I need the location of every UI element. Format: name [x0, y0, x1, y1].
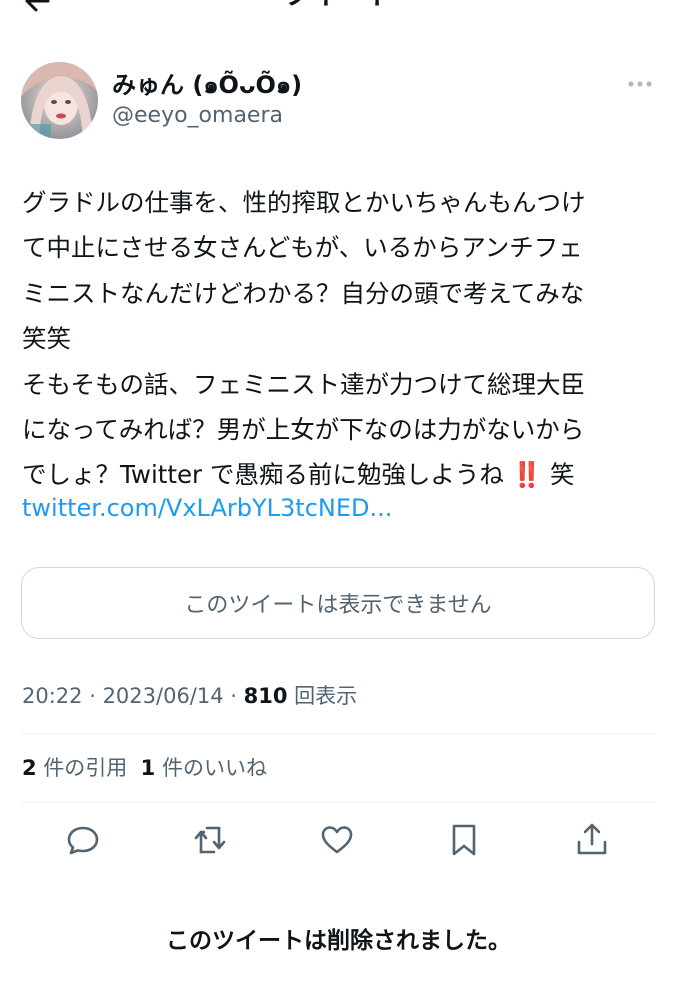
tweet-date: 2023/06/14: [102, 684, 224, 708]
tweet-link[interactable]: twitter.com/VxLArbYL3tcNED...: [22, 486, 392, 531]
quotes-count: 2: [22, 756, 37, 780]
likes-stat[interactable]: 1 件のいいね: [141, 756, 267, 780]
divider: [21, 802, 656, 803]
retweet-button[interactable]: [192, 822, 228, 858]
bookmark-icon: [452, 824, 476, 856]
unavailable-text: このツイートは表示できません: [184, 593, 492, 618]
more-dots-icon[interactable]: [626, 76, 654, 92]
page-title: ツイート: [0, 0, 677, 12]
view-label: 回表示: [287, 684, 358, 708]
like-icon: [321, 826, 353, 854]
view-count: 810: [243, 684, 288, 708]
share-button[interactable]: [574, 822, 610, 858]
retweet-icon: [194, 826, 226, 854]
likes-label: 件のいいね: [161, 756, 267, 780]
tweet-meta: 20:22 · 2023/06/14 · 810 回表示: [22, 681, 357, 711]
meta-separator: ·: [82, 684, 103, 708]
share-icon: [577, 823, 607, 855]
tweet-time: 20:22: [22, 684, 83, 708]
quoted-tweet-unavailable: このツイートは表示できません: [21, 567, 655, 639]
likes-count: 1: [140, 756, 156, 780]
top-bar: ツイート: [0, 0, 677, 16]
avatar-image: [21, 62, 98, 139]
user-handle[interactable]: @eeyo_omaera: [112, 102, 283, 130]
reply-button[interactable]: [65, 822, 101, 858]
like-button[interactable]: [319, 822, 355, 858]
bookmark-button[interactable]: [446, 822, 482, 858]
meta-separator: ·: [223, 684, 244, 708]
reply-icon: [67, 826, 99, 855]
tweet-stats: 2 件の引用 1 件のいいね: [22, 753, 267, 783]
avatar[interactable]: [21, 62, 98, 139]
quotes-label: 件の引用: [43, 756, 128, 780]
divider: [21, 733, 656, 734]
quotes-stat[interactable]: 2 件の引用: [22, 756, 127, 780]
display-name[interactable]: みゅん (๑ÕᴗÕ๑): [112, 70, 302, 100]
tweet-text: グラドルの仕事を、性的搾取とかいちゃんもんつけ て中止にさせる女さんどもが、いる…: [22, 188, 586, 490]
deleted-notice: このツイートは削除されました。: [166, 928, 511, 954]
